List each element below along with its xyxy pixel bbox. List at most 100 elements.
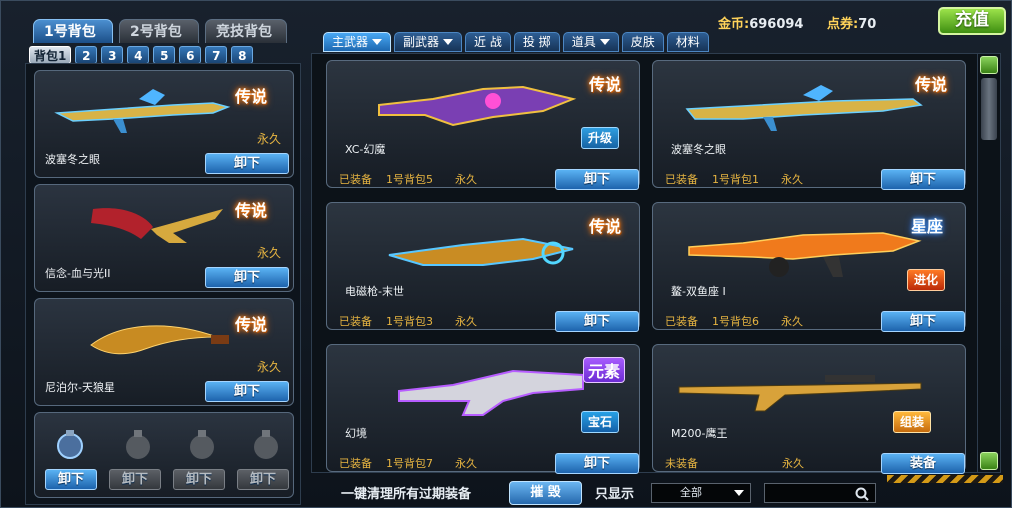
weapon-name: M200-鹰王 (671, 427, 728, 440)
scroll-thumb[interactable] (981, 78, 997, 140)
constellation-badge: 星座 (911, 217, 944, 236)
tab-primary-weapon[interactable]: 主武器 (323, 32, 392, 52)
weapon-card[interactable]: 元素 宝石 幻境 已装备 1号背包7 永久 卸下 (326, 344, 640, 474)
unequip-button[interactable]: 卸下 (205, 267, 289, 288)
scroll-up-icon[interactable] (980, 56, 998, 74)
weapon-image (388, 237, 574, 266)
weapon-name: 幻境 (345, 427, 367, 440)
tab-items[interactable]: 道具 (562, 32, 619, 52)
category-tabs: 主武器 副武器 近 战 投 掷 道具 皮肤 材料 (323, 32, 709, 52)
unequip-button[interactable]: 卸下 (45, 469, 97, 490)
subtab-6[interactable]: 6 (179, 46, 202, 64)
weapon-name: 波塞冬之眼 (671, 143, 726, 156)
weapon-name: 鳌-双鱼座 I (671, 285, 726, 298)
sub-bag-tabs: 背包1 2 3 4 5 6 7 8 (29, 46, 254, 64)
weapon-name: 波塞冬之眼 (45, 153, 100, 166)
subtab-7[interactable]: 7 (205, 46, 228, 64)
duration-label: 永久 (256, 132, 281, 146)
tab-bag1[interactable]: 1号背包 (33, 19, 113, 43)
subtab-8[interactable]: 8 (231, 46, 254, 64)
weapon-card[interactable]: 传说 电磁枪-末世 已装备 1号背包3 永久 卸下 (326, 202, 640, 332)
equip-button[interactable]: 装备 (881, 453, 965, 474)
filter-label: 只显示 (595, 487, 635, 502)
element-badge: 元素 (583, 357, 626, 383)
subtab-2[interactable]: 2 (75, 46, 98, 64)
weapon-card[interactable]: 传说 升级 XC-幻魔 已装备 1号背包5 永久 卸下 (326, 60, 640, 190)
weapon-info: 已装备 1号背包5 永久 (339, 173, 477, 186)
decorative-stripe (887, 475, 1003, 483)
assemble-button[interactable]: 组装 (893, 411, 932, 433)
tab-secondary-weapon[interactable]: 副武器 (394, 32, 463, 52)
tab-skins[interactable]: 皮肤 (621, 32, 664, 52)
legend-badge: 传说 (235, 201, 268, 220)
weapon-info: 已装备 1号背包1 永久 (665, 173, 803, 186)
search-icon (855, 487, 869, 501)
weapon-image (685, 85, 923, 131)
legend-badge: 传说 (915, 75, 948, 94)
destroy-button[interactable]: 摧 毁 (509, 481, 582, 505)
subtab-4[interactable]: 4 (127, 46, 150, 64)
unequip-button[interactable]: 卸下 (555, 453, 639, 474)
tab-throwable[interactable]: 投 掷 (513, 32, 560, 52)
equipped-slot[interactable]: 传说 永久 尼泊尔-天狼星 卸下 (34, 298, 294, 406)
equipped-slot[interactable]: 传说 永久 波塞冬之眼 卸下 (34, 70, 294, 178)
subtab-3[interactable]: 3 (101, 46, 124, 64)
unequip-button[interactable]: 卸下 (205, 153, 289, 174)
duration-label: 永久 (256, 246, 281, 260)
recharge-button[interactable]: 充值 (938, 7, 1006, 35)
grenade-icon (254, 430, 278, 459)
unequip-button[interactable]: 卸下 (205, 381, 289, 402)
legend-badge: 传说 (235, 315, 268, 334)
weapon-info: 未装备 永久 (665, 457, 804, 470)
unequip-button[interactable]: 卸下 (555, 169, 639, 190)
legend-badge: 传说 (235, 87, 268, 106)
evolve-button[interactable]: 进化 (907, 269, 946, 291)
upgrade-button[interactable]: 升级 (581, 127, 620, 149)
tab-competitive-bag[interactable]: 竞技背包 (205, 19, 287, 43)
tab-melee[interactable]: 近 战 (465, 32, 511, 52)
legend-badge: 传说 (589, 75, 622, 94)
chevron-down-icon (599, 39, 610, 45)
blade-image (91, 208, 223, 243)
subtab-1[interactable]: 背包1 (29, 46, 72, 64)
chevron-down-icon (372, 39, 383, 45)
gem-button[interactable]: 宝石 (581, 411, 620, 433)
scroll-down-icon[interactable] (980, 452, 998, 470)
weapon-info: 已装备 1号背包6 永久 (665, 315, 803, 328)
unequip-button[interactable]: 卸下 (881, 169, 965, 190)
points-label: 点券:70 (827, 17, 877, 32)
equipped-slot[interactable]: 传说 永久 信念-血与光II 卸下 (34, 184, 294, 292)
weapon-name: 信念-血与光II (45, 267, 111, 280)
inventory-window: 1号背包 2号背包 竞技背包 背包1 2 3 4 5 6 7 8 金币:6960… (0, 0, 1012, 508)
filter-select[interactable]: 全部 (651, 483, 751, 503)
weapon-card[interactable]: 传说 波塞冬之眼 已装备 1号背包1 永久 卸下 (652, 60, 966, 190)
weapon-card[interactable]: 组装 M200-鹰王 未装备 永久 装备 (652, 344, 966, 474)
unequip-button-disabled: 卸下 (109, 469, 161, 490)
weapon-info: 已装备 1号背包3 永久 (339, 315, 477, 328)
tab-materials[interactable]: 材料 (666, 32, 709, 52)
unequip-button[interactable]: 卸下 (555, 311, 639, 332)
weapon-image (378, 85, 577, 127)
inventory-grid: 传说 升级 XC-幻魔 已装备 1号背包5 永久 卸下 传说 波塞冬之眼 已装备 1号… (311, 53, 979, 474)
subtab-5[interactable]: 5 (153, 46, 176, 64)
weapon-image (688, 232, 922, 277)
smoke-grenade-icon (57, 430, 83, 459)
scrollbar[interactable] (977, 53, 1001, 473)
tab-bag2[interactable]: 2号背包 (119, 19, 199, 43)
sword-image (90, 325, 229, 355)
unequip-button-disabled: 卸下 (237, 469, 289, 490)
duration-label: 永久 (256, 360, 281, 374)
weapon-card[interactable]: 星座 进化 鳌-双鱼座 I 已装备 1号背包6 永久 卸下 (652, 202, 966, 332)
unequip-button[interactable]: 卸下 (881, 311, 965, 332)
clear-expired-label: 一键清理所有过期装备 (341, 487, 472, 502)
points-value: 70 (858, 17, 877, 32)
unequip-button-disabled: 卸下 (173, 469, 225, 490)
weapon-name: 电磁枪-末世 (345, 285, 404, 298)
grenade-icon (190, 430, 214, 459)
rifle-image (54, 89, 231, 133)
search-input[interactable] (764, 483, 876, 503)
legend-badge: 传说 (589, 217, 622, 236)
chevron-down-icon (734, 490, 744, 496)
weapon-info: 已装备 1号背包7 永久 (339, 457, 477, 470)
weapon-image (398, 369, 584, 416)
